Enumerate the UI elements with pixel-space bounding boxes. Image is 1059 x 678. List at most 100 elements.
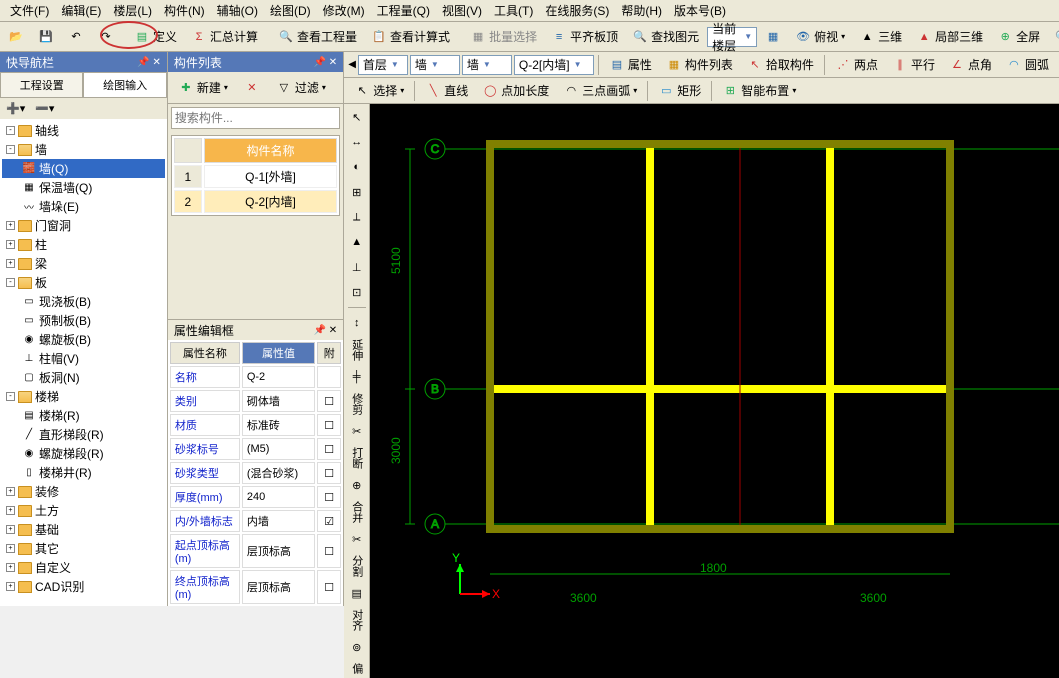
menu-floor[interactable]: 楼层(L) (107, 0, 158, 21)
plan-view-button[interactable]: ▦ (759, 25, 787, 49)
fullscreen-button[interactable]: ⊕全屏 (991, 24, 1046, 49)
line-button[interactable]: ╲直线 (419, 78, 474, 103)
rect-button[interactable]: ▭矩形 (652, 78, 707, 103)
tree-item[interactable]: +自定义 (2, 558, 165, 577)
prop-value[interactable]: 240 (242, 486, 315, 508)
prop-value[interactable]: (混合砂浆) (242, 462, 315, 484)
tree-item[interactable]: ▯楼梯井(R) (2, 463, 165, 482)
collapse-all-button[interactable]: ➖▾ (31, 100, 58, 117)
table-row[interactable]: 2Q-2[内墙] (174, 190, 337, 213)
component-tree[interactable]: -轴线-墙🧱墙(Q)▦保温墙(Q)〰墙垛(E)+门窗洞+柱+梁-板▭现浇板(B)… (0, 119, 167, 606)
tree-item[interactable]: ▢板洞(N) (2, 368, 165, 387)
menu-draw[interactable]: 绘图(D) (264, 0, 317, 21)
vt-btn-8[interactable]: ⊡ (346, 281, 368, 303)
menu-file[interactable]: 文件(F) (4, 0, 55, 21)
vt-btn-3[interactable]: ◐ (346, 156, 368, 178)
prop-value[interactable]: 内墙 (242, 510, 315, 532)
prop-row[interactable]: 砂浆类型(混合砂浆)☐ (170, 462, 341, 484)
tree-item[interactable]: ▦保温墙(Q) (2, 178, 165, 197)
menu-help[interactable]: 帮助(H) (615, 0, 668, 21)
expand-icon[interactable]: + (6, 487, 15, 496)
expand-icon[interactable]: + (6, 544, 15, 553)
tree-item[interactable]: +CAD识别 (2, 577, 165, 596)
floor-combo[interactable]: 当前楼层▼ (707, 27, 757, 47)
prop-check[interactable] (317, 366, 341, 388)
redo-button[interactable]: ↷ (92, 25, 120, 49)
expand-icon[interactable]: - (6, 126, 15, 135)
findel-button[interactable]: 🔍查找图元 (626, 24, 705, 49)
threeD-button[interactable]: ▲三维 (853, 24, 908, 49)
delete-button[interactable]: ✕ (238, 76, 266, 100)
new-button[interactable]: ✚新建▾ (172, 75, 234, 100)
tree-item[interactable]: -板 (2, 273, 165, 292)
menu-version[interactable]: 版本号(B) (668, 0, 732, 21)
chevron-left-icon[interactable]: ◀ (348, 59, 356, 70)
tree-item[interactable]: ⊥柱帽(V) (2, 349, 165, 368)
prop-row[interactable]: 内/外墙标志内墙☑ (170, 510, 341, 532)
tree-item[interactable]: 🧱墙(Q) (2, 159, 165, 178)
menu-modify[interactable]: 修改(M) (317, 0, 371, 21)
search-input[interactable] (171, 107, 340, 129)
filter-button[interactable]: ▽过滤▾ (270, 75, 332, 100)
prop-value[interactable]: 层顶标高 (242, 534, 315, 568)
vt-btn-5[interactable]: ⟂ (346, 206, 368, 228)
prop-row[interactable]: 厚度(mm)240☐ (170, 486, 341, 508)
merge-button[interactable]: ⊕ (346, 474, 368, 496)
ptangle-button[interactable]: ∠点角 (943, 52, 998, 77)
prop-check[interactable]: ☐ (317, 570, 341, 604)
expand-icon[interactable]: + (6, 221, 15, 230)
arc3-button[interactable]: ◠三点画弧▾ (557, 78, 643, 103)
expand-icon[interactable]: + (6, 240, 15, 249)
expand-icon[interactable]: + (6, 563, 15, 572)
prop-row[interactable]: 起点顶标高(m)层顶标高☐ (170, 534, 341, 568)
tree-item[interactable]: ▤楼梯(R) (2, 406, 165, 425)
tree-item[interactable]: +柱 (2, 235, 165, 254)
expand-icon[interactable]: + (6, 525, 15, 534)
expand-icon[interactable]: + (6, 582, 15, 591)
pick-button[interactable]: ↖拾取构件 (741, 52, 820, 77)
expand-icon[interactable]: - (6, 278, 15, 287)
prop-check[interactable]: ☐ (317, 414, 341, 436)
menu-view[interactable]: 视图(V) (436, 0, 488, 21)
expand-icon[interactable]: - (6, 145, 15, 154)
arc-button[interactable]: ◠圆弧 (1000, 52, 1055, 77)
save-button[interactable]: 💾 (32, 25, 60, 49)
prop-check[interactable]: ☐ (317, 486, 341, 508)
extend-button[interactable]: ↕ (346, 312, 368, 334)
tree-item[interactable]: -墙 (2, 140, 165, 159)
vt-btn-2[interactable]: ↔ (346, 131, 368, 153)
tree-item[interactable]: +装修 (2, 482, 165, 501)
prop-check[interactable]: ☐ (317, 390, 341, 412)
twopt-button[interactable]: ⋰两点 (829, 52, 884, 77)
trim-button[interactable]: ╪ (346, 366, 368, 388)
define-button[interactable]: ▤定义 (128, 24, 183, 49)
prop-check[interactable]: ☐ (317, 534, 341, 568)
tree-item[interactable]: +土方 (2, 501, 165, 520)
menu-edit[interactable]: 编辑(E) (55, 0, 107, 21)
prop-row[interactable]: 材质标准砖☐ (170, 414, 341, 436)
tree-item[interactable]: -楼梯 (2, 387, 165, 406)
floor-select[interactable]: 首层▼ (358, 55, 408, 75)
type1-select[interactable]: 墙▼ (410, 55, 460, 75)
batch-button[interactable]: ▦批量选择 (464, 24, 543, 49)
break-button[interactable]: ✂ (346, 420, 368, 442)
tree-item[interactable]: +梁 (2, 254, 165, 273)
prop-check[interactable]: ☐ (317, 438, 341, 460)
type2-select[interactable]: 墙▼ (462, 55, 512, 75)
tree-item[interactable]: ▭现浇板(B) (2, 292, 165, 311)
tree-item[interactable]: +门窗洞 (2, 216, 165, 235)
property-grid[interactable]: 属性名称属性值附 名称Q-2类别砌体墙☐材质标准砖☐砂浆标号(M5)☐砂浆类型(… (168, 340, 343, 606)
sum-button[interactable]: Σ汇总计算 (185, 24, 264, 49)
tree-item[interactable]: ◉螺旋梯段(R) (2, 444, 165, 463)
align-button[interactable]: ▤ (346, 582, 368, 604)
offset-button[interactable]: ⊚ (346, 636, 368, 658)
component-select[interactable]: Q-2[内墙]▼ (514, 55, 594, 75)
tab-project[interactable]: 工程设置 (0, 72, 83, 97)
tree-item[interactable]: +基础 (2, 520, 165, 539)
parallel-button[interactable]: ∥平行 (886, 52, 941, 77)
expand-icon[interactable]: - (6, 392, 15, 401)
expand-icon[interactable]: + (6, 506, 15, 515)
vt-btn-7[interactable]: ⊥ (346, 256, 368, 278)
list-button[interactable]: ▦构件列表 (660, 52, 739, 77)
zoom-button[interactable]: 🔍缩放 (1048, 24, 1059, 49)
